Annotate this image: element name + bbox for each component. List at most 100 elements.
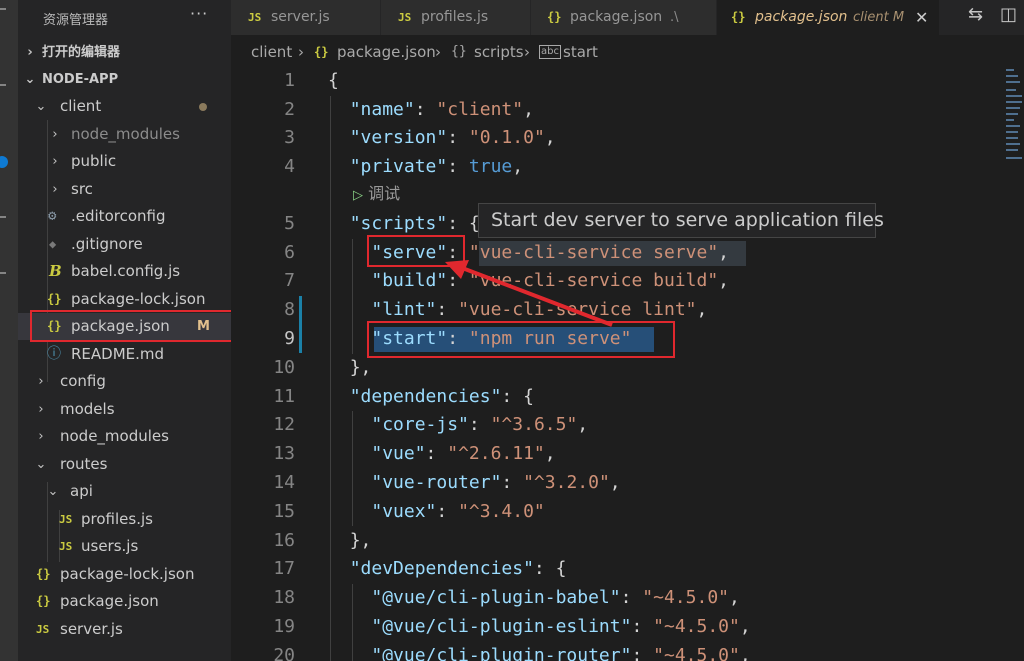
file-name: package.json [60, 592, 159, 610]
chevron-right-icon: › [435, 43, 441, 61]
js-icon: JS [59, 513, 73, 526]
open-editors-section[interactable]: › 打开的编辑器 [18, 39, 231, 66]
babel-icon: B [49, 262, 62, 280]
js-icon: JS [248, 11, 262, 24]
minimap[interactable] [1006, 67, 1024, 227]
hover-tooltip: Start dev server to serve application fi… [478, 203, 884, 238]
chevron-right-icon: › [52, 154, 58, 169]
tree-file-profiles[interactable]: JS profiles.js [18, 506, 231, 533]
chevron-right-icon: › [52, 182, 58, 197]
file-name: package-lock.json [71, 290, 206, 308]
tree-folder-public[interactable]: › public [18, 148, 231, 175]
tree-file-readme[interactable]: ⓘ README.md [18, 341, 231, 368]
tab-label: package.json [570, 9, 663, 25]
more-actions-icon[interactable]: ··· [190, 4, 208, 23]
folder-name: node_modules [71, 125, 180, 143]
breadcrumb-file[interactable]: package.json [337, 37, 436, 67]
file-name: package-lock.json [60, 565, 195, 583]
info-icon: ⓘ [47, 346, 61, 362]
chevron-right-icon: › [38, 429, 44, 444]
tree-folder-node-modules-root[interactable]: › node_modules [18, 423, 231, 450]
chevron-right-icon: › [52, 127, 58, 142]
folder-name: public [71, 152, 117, 170]
breadcrumb-start[interactable]: start [563, 37, 598, 67]
code-editor[interactable]: 1 2 3 4 5 6 7 8 9 10 11 12 13 14 15 16 1… [231, 67, 1024, 661]
tab-actions: ⇆ ◫ [960, 0, 1024, 35]
search-icon[interactable] [0, 84, 6, 86]
modified-dot-icon [199, 103, 207, 111]
breadcrumb: client › {} package.json › {} scripts › … [231, 37, 1024, 67]
file-name: profiles.js [81, 510, 153, 528]
folder-name: routes [60, 455, 108, 473]
tree-folder-api[interactable]: ⌄ api [18, 478, 231, 505]
project-section[interactable]: ⌄ NODE-APP [18, 66, 231, 93]
activity-bar [0, 0, 18, 661]
json-icon: {} [731, 10, 746, 24]
project-label: NODE-APP [42, 72, 119, 87]
close-icon[interactable]: ✕ [915, 0, 928, 35]
tree-file-editorconfig[interactable]: ⚙ .editorconfig [18, 203, 231, 230]
json-icon: {} [47, 292, 62, 306]
chevron-right-icon: › [38, 402, 44, 417]
tree-file-gitignore[interactable]: ◆ .gitignore [18, 231, 231, 258]
json-icon: {} [36, 594, 51, 608]
extensions-icon[interactable] [0, 272, 6, 274]
breadcrumb-folder[interactable]: client [251, 37, 292, 67]
folder-name: node_modules [60, 427, 169, 445]
tree-file-users[interactable]: JS users.js [18, 533, 231, 560]
source-control-badge-icon[interactable] [0, 156, 8, 168]
chevron-down-icon: ⌄ [35, 457, 47, 472]
folder-name: models [60, 400, 115, 418]
chevron-right-icon: › [38, 374, 44, 389]
breadcrumb-scripts[interactable]: scripts [474, 37, 524, 67]
js-icon: JS [59, 540, 73, 553]
tree-folder-client[interactable]: ⌄ client [18, 93, 231, 120]
file-name: users.js [81, 537, 139, 555]
tree-folder-config[interactable]: › config [18, 368, 231, 395]
tab-profiles-js[interactable]: JS profiles.js [381, 0, 531, 35]
debug-icon[interactable] [0, 216, 6, 218]
tab-description: .\ [670, 10, 679, 25]
tree-file-server[interactable]: JS server.js [18, 616, 231, 643]
tree-folder-routes[interactable]: ⌄ routes [18, 451, 231, 478]
json-icon: {} [314, 45, 329, 59]
editor-tabs: JS server.js JS profiles.js {} package.j… [231, 0, 1024, 35]
object-icon: {} [451, 44, 467, 59]
tree-file-babel-config[interactable]: B babel.config.js [18, 258, 231, 285]
compare-changes-icon[interactable]: ⇆ [968, 4, 983, 25]
file-name: server.js [60, 620, 123, 638]
chevron-right-icon: › [524, 43, 530, 61]
explorer-sidebar: 资源管理器 ··· › 打开的编辑器 ⌄ NODE-APP ⌄ client ›… [18, 0, 231, 661]
chevron-right-icon: › [27, 45, 33, 60]
chevron-down-icon: ⌄ [24, 72, 36, 87]
string-key-icon: abc [539, 45, 561, 59]
chevron-down-icon: ⌄ [47, 484, 59, 499]
tree-folder-models[interactable]: › models [18, 396, 231, 423]
annotation-box-package-json [30, 310, 231, 342]
file-name: README.md [71, 345, 165, 363]
tree-folder-node-modules[interactable]: › node_modules [18, 121, 231, 148]
tree-file-package-json-root[interactable]: {} package.json [18, 588, 231, 615]
js-icon: JS [398, 11, 412, 24]
file-name: babel.config.js [71, 262, 181, 280]
json-icon: {} [36, 567, 51, 581]
tree-folder-src[interactable]: › src [18, 176, 231, 203]
folder-name: client [60, 97, 102, 115]
split-editor-icon[interactable]: ◫ [1000, 4, 1017, 25]
chevron-right-icon: › [298, 43, 304, 61]
folder-name: api [70, 482, 93, 500]
tab-label: profiles.js [421, 9, 489, 25]
folder-name: src [71, 180, 93, 198]
tree-file-package-lock-client[interactable]: {} package-lock.json [18, 286, 231, 313]
explorer-icon[interactable] [0, 8, 6, 10]
tab-server-js[interactable]: JS server.js [231, 0, 381, 35]
tree-file-package-lock-root[interactable]: {} package-lock.json [18, 561, 231, 588]
json-icon: {} [547, 10, 562, 24]
chevron-down-icon: ⌄ [35, 99, 47, 114]
js-icon: JS [36, 623, 50, 636]
tab-package-json-client[interactable]: {} package.json client M ✕ [717, 0, 940, 35]
file-name: .gitignore [71, 235, 143, 253]
tab-package-json-root[interactable]: {} package.json .\ [531, 0, 717, 35]
annotation-arrow [445, 260, 613, 327]
file-name: .editorconfig [71, 207, 166, 225]
